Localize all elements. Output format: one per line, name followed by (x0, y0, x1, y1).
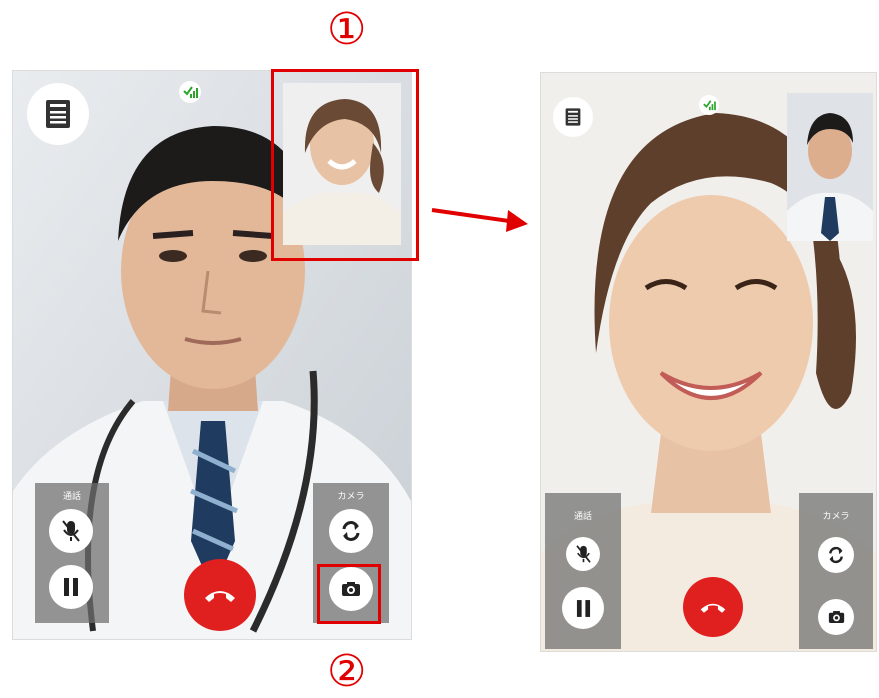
camera-label: カメラ (337, 492, 365, 502)
signal-icon (183, 86, 198, 98)
highlight-self-preview (271, 69, 419, 261)
switch-camera-icon (342, 521, 360, 541)
notes-button[interactable] (553, 97, 593, 137)
hangup-button[interactable] (184, 559, 256, 631)
hangup-button[interactable] (683, 577, 743, 637)
mute-button[interactable] (566, 537, 600, 571)
notes-icon (565, 108, 581, 126)
signal-icon (703, 100, 716, 111)
mute-button[interactable] (49, 509, 93, 553)
step-1-marker: ① (327, 4, 367, 55)
call-label: 通話 (62, 492, 81, 502)
step-2-marker: ② (327, 646, 367, 697)
pause-icon (576, 599, 590, 617)
camera-controls-panel: カメラ (799, 493, 873, 649)
switch-camera-button[interactable] (329, 509, 373, 553)
signal-indicator (179, 81, 201, 103)
doctor-preview-thumbnail[interactable] (787, 93, 873, 241)
camera-label: カメラ (822, 512, 850, 522)
hold-button[interactable] (49, 565, 93, 609)
arrow-icon (431, 208, 528, 232)
after-call-screen: 通話 カメラ (540, 72, 877, 652)
camera-icon (828, 611, 844, 623)
highlight-camera-button (317, 564, 381, 624)
call-controls-panel: 通話 (35, 483, 109, 623)
switch-camera-icon (829, 546, 843, 564)
hangup-icon (205, 591, 235, 602)
notes-icon (46, 100, 70, 128)
camera-button[interactable] (818, 599, 854, 635)
mute-mic-icon (575, 545, 591, 563)
call-controls-panel: 通話 (545, 493, 621, 649)
call-label: 通話 (573, 512, 592, 522)
signal-indicator (699, 95, 719, 115)
notes-button[interactable] (27, 83, 89, 145)
mute-mic-icon (62, 520, 80, 542)
doctor-preview-image (787, 93, 873, 241)
pause-icon (64, 578, 78, 596)
switch-camera-button[interactable] (818, 537, 854, 573)
hangup-icon (700, 603, 726, 613)
hold-button[interactable] (562, 587, 604, 629)
